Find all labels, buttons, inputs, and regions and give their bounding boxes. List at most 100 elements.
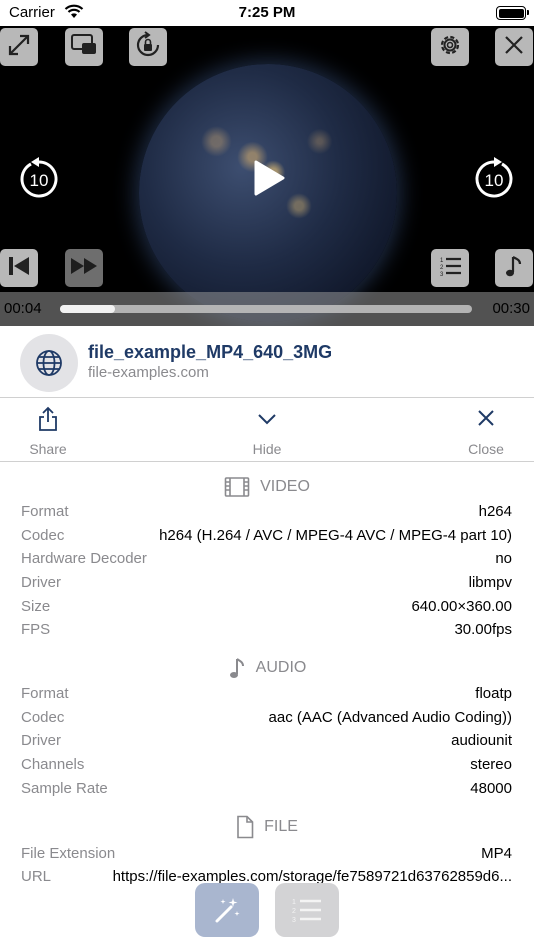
music-note-icon: [229, 658, 244, 678]
playlist-icon: 123: [292, 899, 321, 924]
pip-button[interactable]: [65, 28, 103, 66]
fast-forward-button[interactable]: [65, 249, 103, 287]
magic-wand-icon: [215, 898, 240, 923]
row-value: stereo: [470, 756, 512, 773]
video-row: Size 640.00×360.00: [21, 598, 512, 620]
document-icon: [237, 815, 254, 839]
row-value: libmpv: [468, 574, 512, 591]
video-row: Format h264: [21, 503, 512, 525]
audio-row: Driver audiounit: [21, 732, 512, 754]
settings-button[interactable]: [431, 28, 469, 66]
video-row: Hardware Decoder no: [21, 550, 512, 572]
playlist-icon: 123: [437, 254, 463, 283]
hide-button[interactable]: Hide: [227, 406, 307, 457]
row-value: h264 (H.264 / AVC / MPEG-4 AVC / MPEG-4 …: [159, 527, 512, 544]
row-key: Format: [21, 685, 69, 702]
close-icon: [478, 410, 494, 426]
file-row: File Extension MP4: [21, 845, 512, 867]
previous-track-icon: [7, 255, 31, 282]
svg-text:3: 3: [292, 917, 296, 924]
audio-track-button[interactable]: [495, 249, 533, 287]
play-button[interactable]: [249, 156, 289, 200]
skip-back-button[interactable]: 10: [17, 156, 61, 200]
row-value: no: [495, 550, 512, 567]
svg-text:3: 3: [440, 272, 444, 278]
current-time: 00:04: [4, 300, 42, 317]
progress-track[interactable]: [60, 305, 472, 313]
audio-row: Codec aac (AAC (Advanced Audio Coding)): [21, 709, 512, 731]
row-key: URL: [21, 868, 52, 885]
fullscreen-icon: [6, 32, 32, 63]
playlist-button[interactable]: 123: [431, 249, 469, 287]
queue-button[interactable]: 1 2 3: [275, 883, 339, 937]
skip-forward-label: 10: [485, 171, 504, 190]
video-row: FPS 30.00fps: [21, 621, 512, 643]
replay-10-icon: 10: [20, 157, 58, 198]
progress-fill: [60, 305, 115, 313]
close-icon: [503, 34, 525, 61]
video-section-header: VIDEO: [0, 476, 534, 498]
row-key: Driver: [21, 732, 61, 749]
svg-text:1: 1: [292, 899, 296, 906]
row-key: Format: [21, 503, 69, 520]
audio-row: Channels stereo: [21, 756, 512, 778]
audio-row: Format floatp: [21, 685, 512, 707]
row-value: audiounit: [451, 732, 512, 749]
media-details: VIDEO Format h264 Codec h264 (H.264 / AVC …: [0, 462, 534, 950]
row-key: Sample Rate: [21, 780, 108, 797]
video-heading: VIDEO: [260, 478, 310, 495]
gear-icon: [437, 32, 463, 63]
audio-section-header: AUDIO: [0, 656, 534, 680]
media-header: file_example_MP4_640_3MG file-examples.c…: [0, 326, 534, 398]
chevron-down-icon: [258, 414, 276, 425]
row-key: Hardware Decoder: [21, 550, 147, 567]
close-label: Close: [468, 441, 504, 457]
row-key: Size: [21, 598, 51, 615]
row-value: floatp: [475, 685, 512, 702]
svg-text:1: 1: [440, 258, 444, 264]
rotation-lock-icon: [134, 30, 162, 64]
magic-wand-button[interactable]: [195, 883, 259, 937]
video-row: Codec h264 (H.264 / AVC / MPEG-4 AVC / MP…: [21, 527, 512, 549]
row-key: Channels: [21, 756, 85, 773]
video-player[interactable]: 10 10 123 00:04 00:30: [0, 26, 534, 326]
globe-icon: [20, 334, 78, 392]
close-player-button[interactable]: [495, 28, 533, 66]
share-label: Share: [29, 441, 67, 457]
audio-heading: AUDIO: [255, 659, 307, 676]
share-icon: [39, 406, 57, 431]
forward-10-icon: 10: [475, 157, 513, 198]
row-value: 48000: [470, 780, 512, 797]
action-bar: Share Hide Close: [0, 398, 534, 462]
rotation-lock-button[interactable]: [129, 28, 167, 66]
row-key: File Extension: [21, 845, 116, 862]
audio-row: Sample Rate 48000: [21, 780, 512, 802]
share-button[interactable]: Share: [8, 406, 88, 457]
play-icon: [254, 160, 285, 196]
battery-icon: [496, 6, 529, 20]
file-section-header: FILE: [0, 815, 534, 839]
row-value: 640.00×360.00: [411, 598, 512, 615]
file-row: URL https://file-examples.com/storage/fe7…: [21, 868, 512, 890]
row-value: h264: [478, 503, 512, 520]
video-row: Driver libmpv: [21, 574, 512, 596]
status-bar: Carrier 7:25 PM: [0, 0, 534, 26]
row-key: Codec: [21, 527, 65, 544]
hide-label: Hide: [252, 441, 282, 457]
fast-forward-icon: [69, 256, 99, 281]
file-heading: FILE: [264, 818, 298, 835]
row-key: Codec: [21, 709, 65, 726]
close-button[interactable]: Close: [446, 406, 526, 457]
skip-forward-button[interactable]: 10: [472, 156, 516, 200]
media-source: file-examples.com: [88, 364, 209, 381]
row-value: aac (AAC (Advanced Audio Coding)): [268, 709, 512, 726]
clock: 7:25 PM: [238, 4, 296, 21]
picture-in-picture-icon: [70, 33, 98, 62]
fullscreen-button[interactable]: [0, 28, 38, 66]
previous-button[interactable]: [0, 249, 38, 287]
row-key: FPS: [21, 621, 51, 638]
svg-text:2: 2: [440, 265, 444, 271]
row-value: 30.00fps: [454, 621, 512, 638]
scrubber-bar[interactable]: 00:04 00:30: [0, 292, 534, 326]
row-value: MP4: [481, 845, 512, 862]
